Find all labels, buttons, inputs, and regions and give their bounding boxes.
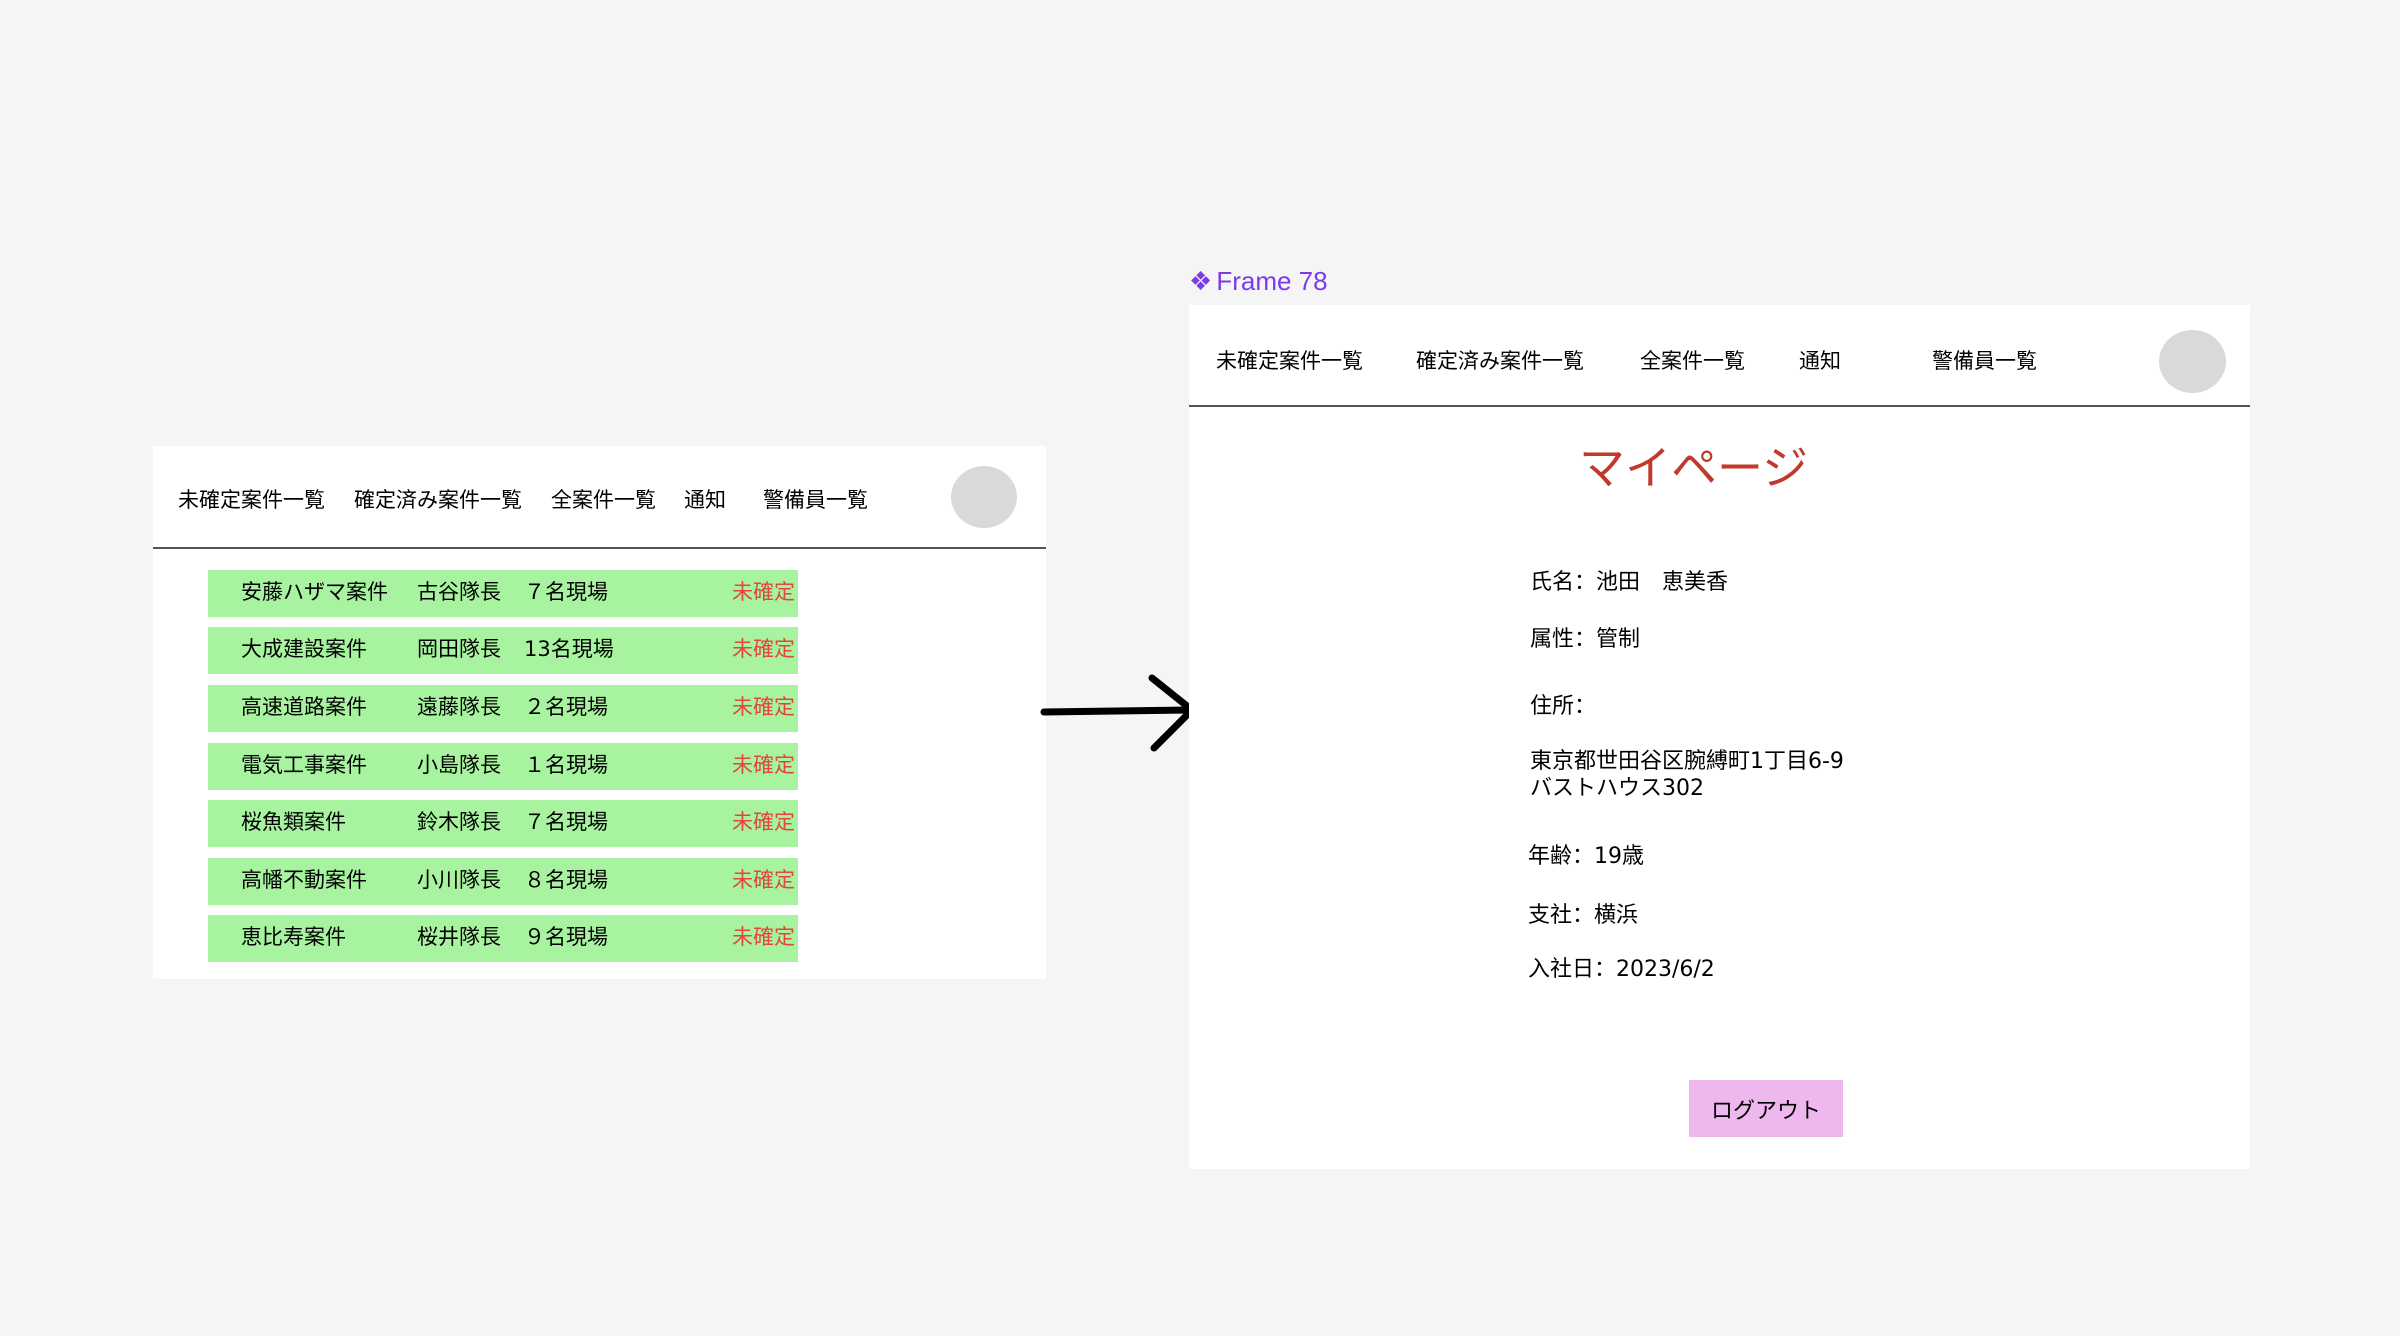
case-row[interactable]: 電気工事案件 小島隊長 １名現場 未確定 <box>208 743 798 790</box>
case-headcount: ９名現場 <box>524 925 608 949</box>
header-divider <box>1189 405 2250 407</box>
logout-button[interactable]: ログアウト <box>1689 1080 1843 1137</box>
case-headcount: ２名現場 <box>524 695 608 719</box>
case-status: 未確定 <box>732 925 795 949</box>
case-leader: 鈴木隊長 <box>417 810 501 834</box>
nav-guard-list[interactable]: 警備員一覧 <box>1932 351 2037 372</box>
nav-guard-list[interactable]: 警備員一覧 <box>763 490 868 511</box>
profile-age: 年齢：19歳 <box>1528 844 1644 869</box>
case-row[interactable]: 恵比寿案件 桜井隊長 ９名現場 未確定 <box>208 915 798 962</box>
case-leader: 遠藤隊長 <box>417 695 501 719</box>
nav-confirmed-cases[interactable]: 確定済み案件一覧 <box>354 490 522 511</box>
case-status: 未確定 <box>732 810 795 834</box>
component-diamond-icon: ❖ <box>1189 266 1213 296</box>
frame-label[interactable]: ❖ Frame 78 <box>1189 268 1328 294</box>
profile-address-line1: 東京都世田谷区腕縛町1丁目6-9 <box>1530 749 1844 774</box>
case-headcount: ８名現場 <box>524 868 608 892</box>
case-status: 未確定 <box>732 753 795 777</box>
nav-all-cases[interactable]: 全案件一覧 <box>551 490 656 511</box>
nav-unconfirmed-cases[interactable]: 未確定案件一覧 <box>178 490 325 511</box>
case-name: 電気工事案件 <box>241 753 367 777</box>
profile-join-date: 入社日：2023/6/2 <box>1528 957 1715 982</box>
case-name: 大成建設案件 <box>241 637 367 661</box>
page-title: マイページ <box>1579 441 1809 495</box>
case-status: 未確定 <box>732 637 795 661</box>
frame-label-text: Frame 78 <box>1216 266 1328 296</box>
case-leader: 桜井隊長 <box>417 925 501 949</box>
header-divider <box>153 547 1046 549</box>
nav-notifications[interactable]: 通知 <box>684 490 726 511</box>
case-status: 未確定 <box>732 695 795 719</box>
case-leader: 小川隊長 <box>417 868 501 892</box>
case-headcount: ７名現場 <box>524 580 608 604</box>
profile-address-line2: バストハウス302 <box>1530 776 1704 801</box>
case-headcount: 13名現場 <box>524 637 614 661</box>
case-headcount: １名現場 <box>524 753 608 777</box>
profile-name: 氏名：池田 恵美香 <box>1530 570 1729 595</box>
nav-unconfirmed-cases[interactable]: 未確定案件一覧 <box>1216 351 1363 372</box>
case-status: 未確定 <box>732 580 795 604</box>
mypage-frame: 未確定案件一覧 確定済み案件一覧 全案件一覧 通知 警備員一覧 マイページ 氏名… <box>1189 305 2250 1169</box>
profile-branch: 支社：横浜 <box>1528 903 1639 928</box>
avatar[interactable] <box>2159 330 2226 393</box>
case-row[interactable]: 桜魚類案件 鈴木隊長 ７名現場 未確定 <box>208 800 798 847</box>
case-name: 桜魚類案件 <box>241 810 346 834</box>
case-name: 高幡不動案件 <box>241 868 367 892</box>
nav-notifications[interactable]: 通知 <box>1799 351 1841 372</box>
case-leader: 小島隊長 <box>417 753 501 777</box>
case-row[interactable]: 高幡不動案件 小川隊長 ８名現場 未確定 <box>208 858 798 905</box>
case-leader: 岡田隊長 <box>417 637 501 661</box>
nav-confirmed-cases[interactable]: 確定済み案件一覧 <box>1416 351 1584 372</box>
case-status: 未確定 <box>732 868 795 892</box>
case-row[interactable]: 安藤ハザマ案件 古谷隊長 ７名現場 未確定 <box>208 570 798 617</box>
transition-arrow-icon <box>1040 674 1196 752</box>
nav-all-cases[interactable]: 全案件一覧 <box>1640 351 1745 372</box>
case-name: 高速道路案件 <box>241 695 367 719</box>
case-row[interactable]: 高速道路案件 遠藤隊長 ２名現場 未確定 <box>208 685 798 732</box>
case-headcount: ７名現場 <box>524 810 608 834</box>
case-row[interactable]: 大成建設案件 岡田隊長 13名現場 未確定 <box>208 627 798 674</box>
profile-attribute: 属性：管制 <box>1530 627 1641 652</box>
case-list-frame: 未確定案件一覧 確定済み案件一覧 全案件一覧 通知 警備員一覧 安藤ハザマ案件 … <box>153 446 1046 979</box>
profile-address-label: 住所： <box>1530 694 1597 719</box>
case-leader: 古谷隊長 <box>417 580 501 604</box>
avatar[interactable] <box>951 466 1017 528</box>
case-name: 安藤ハザマ案件 <box>241 580 388 604</box>
case-name: 恵比寿案件 <box>241 925 346 949</box>
